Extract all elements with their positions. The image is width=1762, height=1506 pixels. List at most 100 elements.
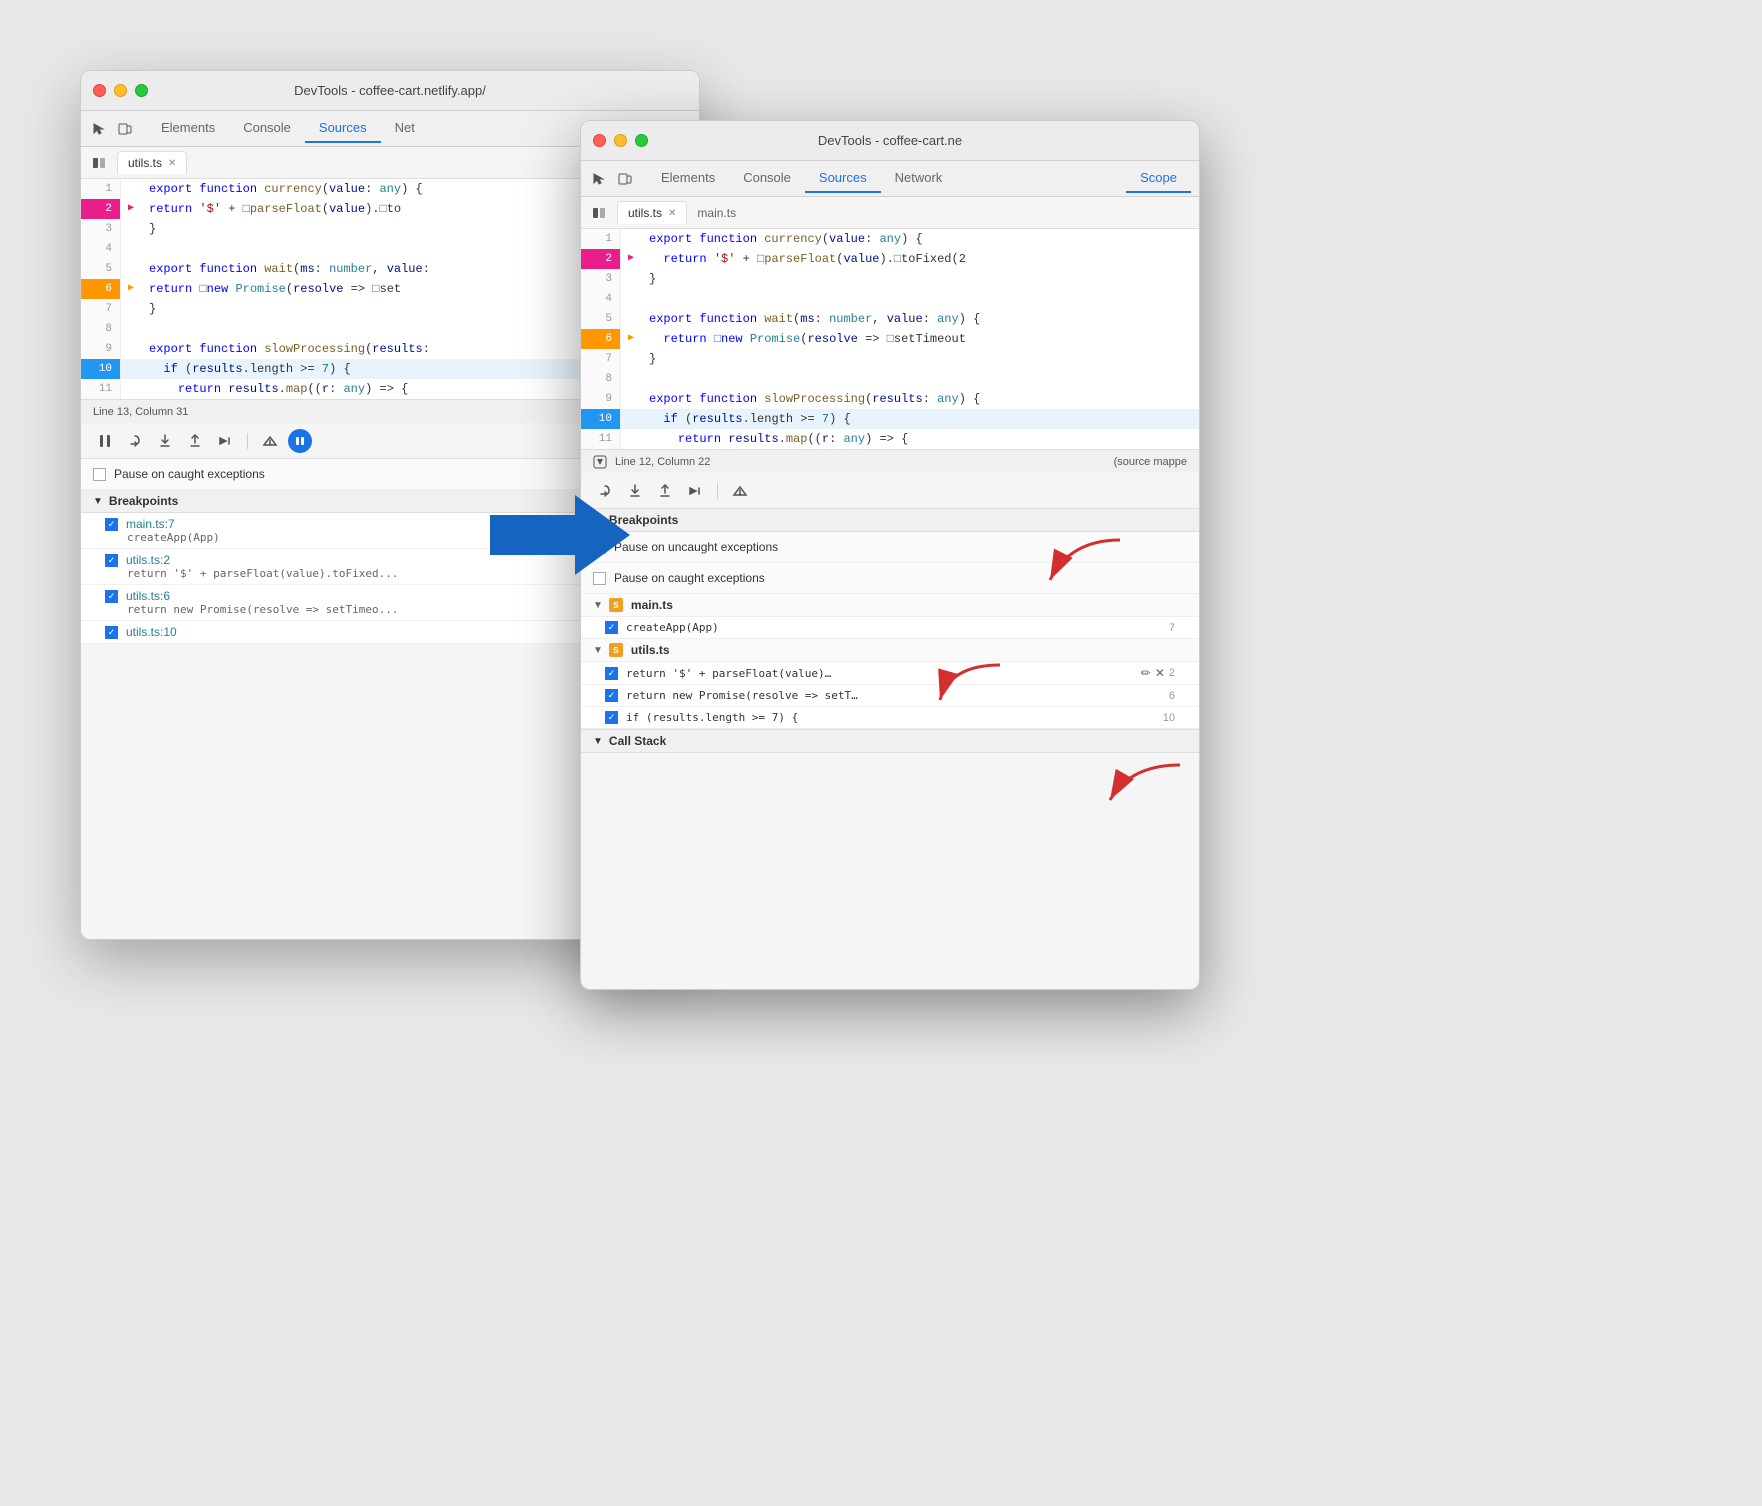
maximize-button-2[interactable] bbox=[635, 134, 648, 147]
code-line-2-7: 7 } bbox=[581, 349, 1199, 369]
minimize-button-2[interactable] bbox=[614, 134, 627, 147]
step-out-btn-1[interactable] bbox=[183, 429, 207, 453]
pause-uncaught-label-2: Pause on uncaught exceptions bbox=[614, 540, 778, 554]
bp-checkbox-utils10-1[interactable] bbox=[105, 626, 118, 639]
bp-file-utils2-1: utils.ts:2 bbox=[126, 553, 170, 567]
bp-checkbox-utils6-1[interactable] bbox=[105, 590, 118, 603]
file-tab-utils-close-2[interactable]: ✕ bbox=[668, 208, 676, 219]
bp-item-utils6: return new Promise(resolve => setT… 6 bbox=[581, 685, 1199, 707]
status-bar-2: Line 12, Column 22 (source mappe bbox=[581, 449, 1199, 473]
call-stack-section[interactable]: ▼ Call Stack bbox=[581, 729, 1199, 753]
blackbox-btn-1[interactable] bbox=[258, 429, 282, 453]
traffic-lights-1 bbox=[93, 84, 148, 97]
code-line-2-3: 3 } bbox=[581, 269, 1199, 289]
close-button-2[interactable] bbox=[593, 134, 606, 147]
bp-file-utils6-1: utils.ts:6 bbox=[126, 589, 170, 603]
bp-line-utils10: 10 bbox=[1163, 712, 1175, 724]
device-icon-2[interactable] bbox=[615, 169, 635, 189]
file-icon-utils: S bbox=[609, 643, 623, 657]
tab-console-1[interactable]: Console bbox=[229, 114, 305, 143]
pause-btn-1[interactable] bbox=[93, 429, 117, 453]
bp-group-utils: ▼ S utils.ts bbox=[581, 639, 1199, 662]
code-area-2: 1 export function currency(value: any) {… bbox=[581, 229, 1199, 449]
bp-actions-utils2: ✏ ✕ 2 bbox=[1141, 666, 1175, 680]
cursor-position-1: Line 13, Column 31 bbox=[93, 406, 188, 418]
file-tab-utils-2[interactable]: utils.ts ✕ bbox=[617, 201, 687, 224]
step-into-btn-1[interactable] bbox=[153, 429, 177, 453]
tab-network-1[interactable]: Net bbox=[381, 114, 429, 143]
cursor-icon[interactable] bbox=[89, 119, 109, 139]
group-name-main: main.ts bbox=[631, 598, 673, 612]
red-arrow-1 bbox=[1040, 530, 1140, 615]
tab-console-2[interactable]: Console bbox=[729, 164, 805, 193]
source-map-status-2: (source mappe bbox=[1114, 456, 1187, 468]
tab-elements-1[interactable]: Elements bbox=[147, 114, 229, 143]
step-out-btn-2[interactable] bbox=[653, 479, 677, 503]
file-tab-utils-1[interactable]: utils.ts ✕ bbox=[117, 151, 187, 174]
cursor-icon-2[interactable] bbox=[589, 169, 609, 189]
pause-exceptions-label-1: Pause on caught exceptions bbox=[114, 467, 265, 481]
pause-blue-btn-1[interactable] bbox=[288, 429, 312, 453]
breakpoints-label-1: Breakpoints bbox=[109, 494, 178, 508]
tab-sources-1[interactable]: Sources bbox=[305, 114, 381, 143]
file-icon-main: S bbox=[609, 598, 623, 612]
tab-sources-2[interactable]: Sources bbox=[805, 164, 881, 193]
bp-checkbox-utils2[interactable] bbox=[605, 667, 618, 680]
titlebar-1: DevTools - coffee-cart.netlify.app/ bbox=[81, 71, 699, 111]
step-next-btn-1[interactable] bbox=[213, 429, 237, 453]
code-line-2-10: 10 if (results.length >= 7) { bbox=[581, 409, 1199, 429]
pause-caught-label-2: Pause on caught exceptions bbox=[614, 571, 765, 585]
device-icon[interactable] bbox=[115, 119, 135, 139]
maximize-button-1[interactable] bbox=[135, 84, 148, 97]
breakpoints-triangle-1: ▼ bbox=[93, 496, 103, 507]
panel-toggle-2[interactable] bbox=[589, 203, 609, 223]
group-triangle-main: ▼ bbox=[593, 600, 603, 611]
bp-file-utils10-1: utils.ts:10 bbox=[126, 625, 177, 639]
red-arrow-2 bbox=[930, 660, 1030, 735]
bp-line-utils2: 2 bbox=[1169, 667, 1175, 679]
toolbar-separator-2 bbox=[717, 483, 718, 499]
code-line-2-4: 4 bbox=[581, 289, 1199, 309]
tab-network-2[interactable]: Network bbox=[881, 164, 957, 193]
panel-toggle-1[interactable] bbox=[89, 153, 109, 173]
step-over-btn-1[interactable] bbox=[123, 429, 147, 453]
bp-checkbox-utils6[interactable] bbox=[605, 689, 618, 702]
pause-exceptions-checkbox-1[interactable] bbox=[93, 468, 106, 481]
code-line-2-8: 8 bbox=[581, 369, 1199, 389]
tab-icons-2 bbox=[589, 169, 635, 189]
bp-line-utils6: 6 bbox=[1169, 690, 1175, 702]
comparison-arrow bbox=[490, 490, 630, 585]
window-title-2: DevTools - coffee-cart.ne bbox=[818, 133, 962, 148]
bp-checkbox-utils10[interactable] bbox=[605, 711, 618, 724]
call-stack-label: Call Stack bbox=[609, 734, 666, 748]
bp-checkbox-utils2-1[interactable] bbox=[105, 554, 118, 567]
bp-line-main: 7 bbox=[1169, 622, 1175, 634]
step-next-btn-2[interactable] bbox=[683, 479, 707, 503]
bp-text-utils10: if (results.length >= 7) { bbox=[626, 711, 798, 724]
traffic-lights-2 bbox=[593, 134, 648, 147]
bp-checkbox-main-2[interactable] bbox=[605, 621, 618, 634]
toolbar-separator-1 bbox=[247, 433, 248, 449]
group-name-utils: utils.ts bbox=[631, 643, 670, 657]
bp-edit-btn[interactable]: ✏ bbox=[1141, 666, 1151, 680]
red-arrow-3 bbox=[1100, 760, 1200, 835]
titlebar-2: DevTools - coffee-cart.ne bbox=[581, 121, 1199, 161]
code-line-2-11: 11 return results.map((r: any) => { bbox=[581, 429, 1199, 449]
scope-tab-2[interactable]: Scope bbox=[1126, 164, 1191, 193]
bp-item-utils2: return '$' + parseFloat(value)… ✏ ✕ 2 bbox=[581, 662, 1199, 685]
bp-text-utils6: return new Promise(resolve => setT… bbox=[626, 689, 858, 702]
file-tabs-2: utils.ts ✕ main.ts bbox=[581, 197, 1199, 229]
bp-checkbox-main-1[interactable] bbox=[105, 518, 118, 531]
breakpoints-section-2[interactable]: ▼ Breakpoints bbox=[581, 509, 1199, 532]
bp-item-utils10: if (results.length >= 7) { 10 bbox=[581, 707, 1199, 729]
bp-text-utils2: return '$' + parseFloat(value)… bbox=[626, 667, 831, 680]
minimize-button-1[interactable] bbox=[114, 84, 127, 97]
file-tab-close-1[interactable]: ✕ bbox=[168, 158, 176, 169]
window-title-1: DevTools - coffee-cart.netlify.app/ bbox=[294, 83, 486, 98]
close-button-1[interactable] bbox=[93, 84, 106, 97]
file-tab-main-2[interactable]: main.ts bbox=[687, 202, 746, 224]
code-line-2-5: 5 export function wait(ms: number, value… bbox=[581, 309, 1199, 329]
bp-delete-btn[interactable]: ✕ bbox=[1155, 666, 1165, 680]
tab-elements-2[interactable]: Elements bbox=[647, 164, 729, 193]
blackbox-btn-2[interactable] bbox=[728, 479, 752, 503]
